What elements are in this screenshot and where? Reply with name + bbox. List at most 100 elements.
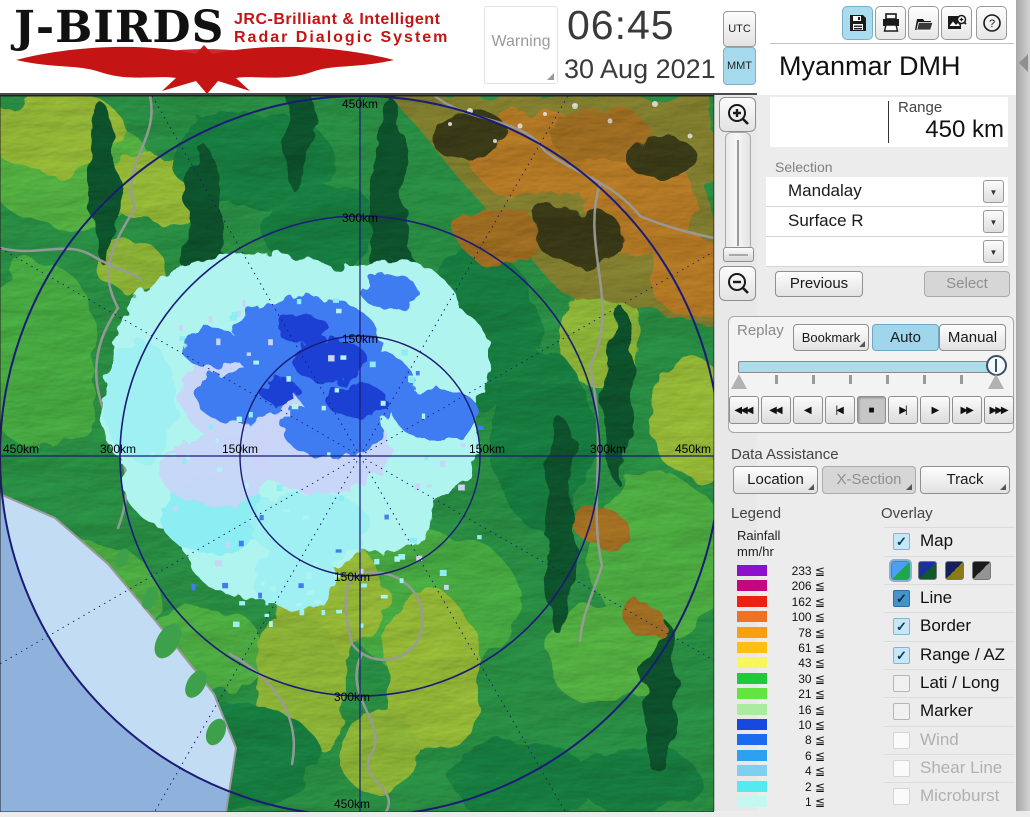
svg-text:300km: 300km <box>334 690 370 704</box>
svg-text:150km: 150km <box>222 442 258 456</box>
legend-label: Legend <box>731 505 781 522</box>
legend-value: 1 ≦ <box>769 795 825 809</box>
map-style-swatch-1[interactable] <box>918 561 937 580</box>
checkbox[interactable]: ✓ <box>893 618 910 635</box>
overlay-item-marker[interactable]: Marker <box>884 697 1015 726</box>
question-mark-icon: ? <box>982 13 1002 33</box>
replay-slider-track[interactable] <box>738 361 996 373</box>
checkbox[interactable] <box>893 760 910 777</box>
legend-row: 6 ≦ <box>733 749 828 762</box>
auto-button[interactable]: Auto <box>872 324 939 351</box>
capture-button[interactable] <box>941 6 972 40</box>
legend-value: 43 ≦ <box>769 656 825 670</box>
print-button[interactable] <box>875 6 906 40</box>
xsection-button[interactable]: X-Section <box>822 466 916 494</box>
warning-button[interactable]: Warning <box>484 6 558 84</box>
track-button[interactable]: Track <box>920 466 1010 494</box>
location-button[interactable]: Location <box>733 466 818 494</box>
legend-value: 162 ≦ <box>769 595 825 609</box>
chevron-down-icon[interactable]: ▼ <box>983 210 1004 233</box>
overlay-item-line[interactable]: ✓Line <box>884 584 1015 613</box>
image-zoom-icon <box>947 13 967 33</box>
mmt-button[interactable]: MMT <box>723 47 756 85</box>
manual-button[interactable]: Manual <box>939 324 1006 351</box>
forward-button[interactable]: ▶▶ <box>952 396 982 424</box>
legend-value: 8 ≦ <box>769 733 825 747</box>
step-back-button[interactable]: |◀ <box>825 396 855 424</box>
overlay-item-map[interactable]: ✓ Map <box>884 527 1015 556</box>
map-style-swatch-3[interactable] <box>972 561 991 580</box>
replay-tick <box>849 375 852 384</box>
legend-color-swatch <box>737 673 767 684</box>
map-style-swatch-0[interactable] <box>891 561 910 580</box>
zoom-slider-handle[interactable] <box>723 247 754 262</box>
select-button[interactable]: Select <box>924 271 1010 297</box>
overlay-item-wind[interactable]: Wind <box>884 726 1015 755</box>
range-value: 450 km <box>858 116 1004 144</box>
legend-row: 1 ≦ <box>733 795 828 808</box>
legend-title-rainfall: Rainfall <box>737 528 780 543</box>
legend-color-swatch <box>737 796 767 807</box>
legend-value: 206 ≦ <box>769 579 825 593</box>
selection-dropdowns: Mandalay▼Surface R▼▼ <box>766 177 1008 267</box>
chevron-down-icon[interactable]: ▼ <box>983 240 1004 263</box>
overlay-item-microburst[interactable]: Microburst <box>884 782 1015 811</box>
open-file-button[interactable] <box>908 6 939 40</box>
legend-value: 61 ≦ <box>769 641 825 655</box>
overlay-item-border[interactable]: ✓Border <box>884 612 1015 641</box>
map-style-swatch-2[interactable] <box>945 561 964 580</box>
printer-icon <box>881 13 901 33</box>
zoom-in-button[interactable] <box>719 97 756 132</box>
checkbox[interactable] <box>893 732 910 749</box>
help-button[interactable]: ? <box>976 6 1007 40</box>
selection-dropdown-2[interactable]: ▼ <box>766 237 1008 267</box>
rewind-button[interactable]: ◀◀ <box>761 396 791 424</box>
replay-range-end-marker[interactable] <box>988 374 1004 389</box>
overlay-item-range-az[interactable]: ✓ Range / AZ <box>884 641 1015 670</box>
overlay-item-label: Map <box>920 531 953 551</box>
forward-fast-button[interactable]: ▶▶▶ <box>984 396 1014 424</box>
legend-color-swatch <box>737 765 767 776</box>
checkbox[interactable]: ✓ <box>893 647 910 664</box>
legend-color-swatch <box>737 627 767 638</box>
panel-collapse-arrow-icon[interactable] <box>1019 54 1028 72</box>
legend-row: 16 ≦ <box>733 703 828 716</box>
checkbox[interactable]: ✓ <box>893 590 910 607</box>
selection-dropdown-0[interactable]: Mandalay▼ <box>766 177 1008 207</box>
utc-button[interactable]: UTC <box>723 11 756 47</box>
step-forward-button[interactable]: ▶| <box>888 396 918 424</box>
zoom-out-button[interactable] <box>719 266 756 301</box>
bookmark-button[interactable]: Bookmark <box>793 324 869 351</box>
replay-slider-handle[interactable] <box>986 355 1007 376</box>
panel-edge-strip[interactable] <box>1016 0 1030 811</box>
checkbox[interactable]: ✓ <box>893 533 910 550</box>
replay-tick <box>960 375 963 384</box>
clock-date: 30 Aug 2021 <box>564 54 716 85</box>
legend-row: 10 ≦ <box>733 718 828 731</box>
radar-map[interactable]: 450km300km150km150km300km450km450km300km… <box>0 95 714 811</box>
previous-button[interactable]: Previous <box>775 271 863 297</box>
stop-button[interactable]: ■ <box>857 396 887 424</box>
overlay-item-label: Shear Line <box>920 758 1002 778</box>
panel-separator <box>770 43 1014 44</box>
selection-dropdown-1[interactable]: Surface R▼ <box>766 207 1008 237</box>
play-button[interactable]: ▶ <box>920 396 950 424</box>
playback-controls: ◀◀◀◀◀◀|◀■▶|▶▶▶▶▶▶ <box>729 396 1014 424</box>
play-reverse-button[interactable]: ◀ <box>793 396 823 424</box>
rewind-fast-button[interactable]: ◀◀◀ <box>729 396 759 424</box>
checkbox[interactable] <box>893 788 910 805</box>
legend-row: 21 ≦ <box>733 687 828 700</box>
legend-color-swatch <box>737 642 767 653</box>
svg-text:450km: 450km <box>342 97 378 111</box>
legend-row: 4 ≦ <box>733 764 828 777</box>
overlay-item-shear-line[interactable]: Shear Line <box>884 754 1015 783</box>
chevron-down-icon[interactable]: ▼ <box>983 180 1004 203</box>
overlay-item-lati-long[interactable]: Lati / Long <box>884 669 1015 698</box>
legend-row: 162 ≦ <box>733 595 828 608</box>
save-button[interactable] <box>842 6 873 40</box>
legend-row: 233 ≦ <box>733 564 828 577</box>
replay-range-start-marker[interactable] <box>731 374 747 389</box>
checkbox[interactable] <box>893 703 910 720</box>
checkbox[interactable] <box>893 675 910 692</box>
overlay-item-label: Range / AZ <box>920 645 1005 665</box>
